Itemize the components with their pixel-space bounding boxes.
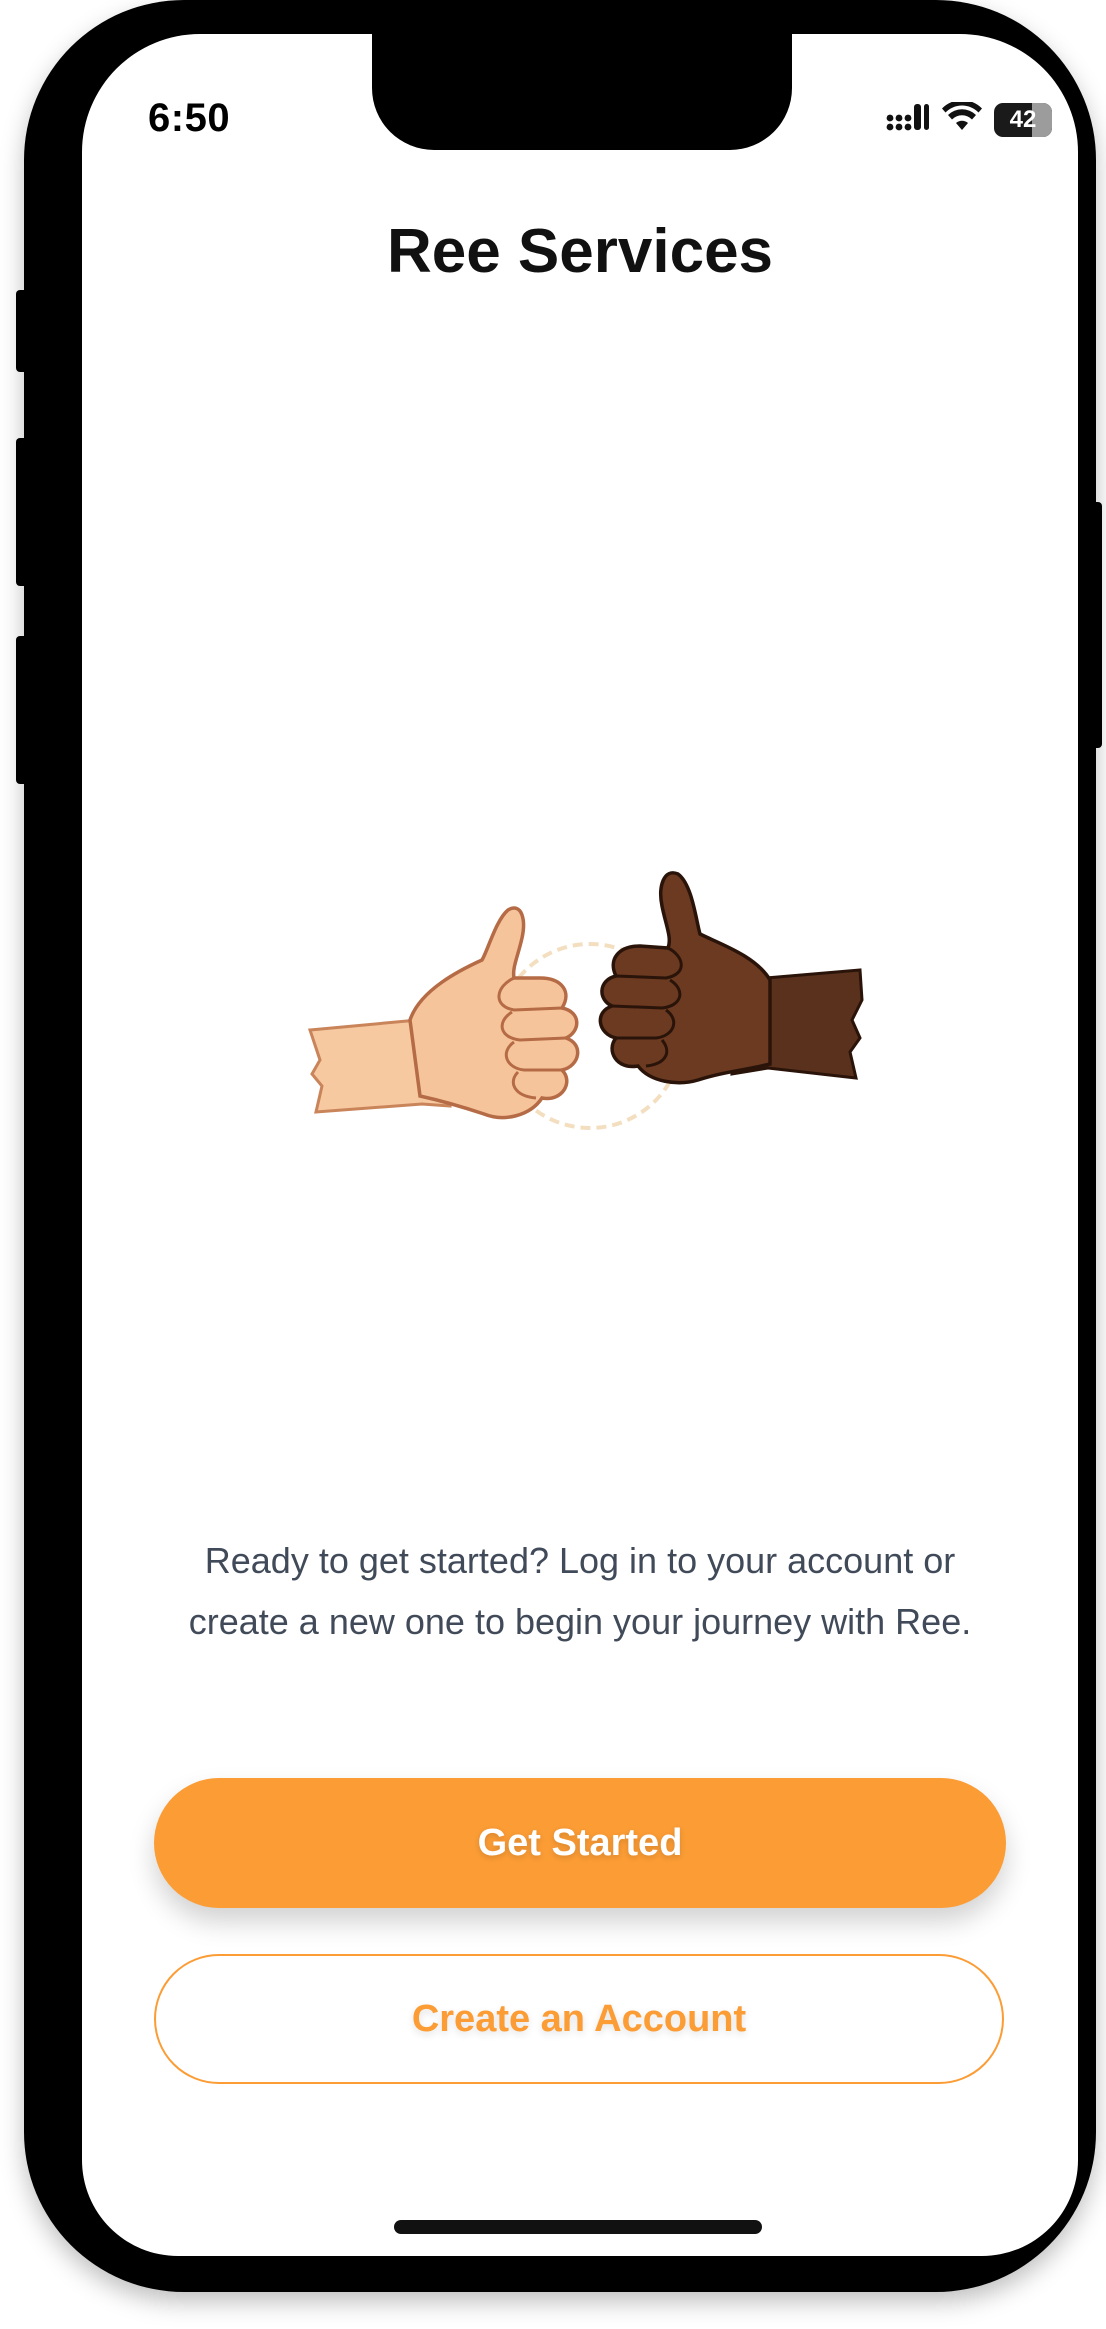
status-indicators: 42: [886, 100, 1052, 137]
welcome-description: Ready to get started? Log in to your acc…: [188, 1540, 972, 1642]
cellular-signal-icon: [886, 102, 930, 137]
battery-icon: 42: [994, 102, 1052, 137]
app-screen: 6:50 42 Ree Services Ready to get starte…: [82, 34, 1078, 2256]
home-indicator[interactable]: [394, 2220, 762, 2234]
create-account-button[interactable]: Create an Account: [154, 1954, 1004, 2084]
wifi-icon: [942, 100, 982, 137]
thumbs-up-hands-illustration: [300, 860, 880, 1180]
battery-level: 42: [1009, 105, 1037, 133]
phone-frame: 6:50 42 Ree Services Ready to get starte…: [24, 0, 1096, 2292]
page-title: Ree Services: [386, 217, 774, 286]
battery-body: 42: [994, 102, 1052, 137]
notch: [372, 34, 792, 150]
get-started-button[interactable]: Get Started: [154, 1778, 1006, 1908]
device-mockup: 6:50 42 Ree Services Ready to get starte…: [0, 0, 1106, 2329]
status-time: 6:50: [148, 96, 231, 140]
